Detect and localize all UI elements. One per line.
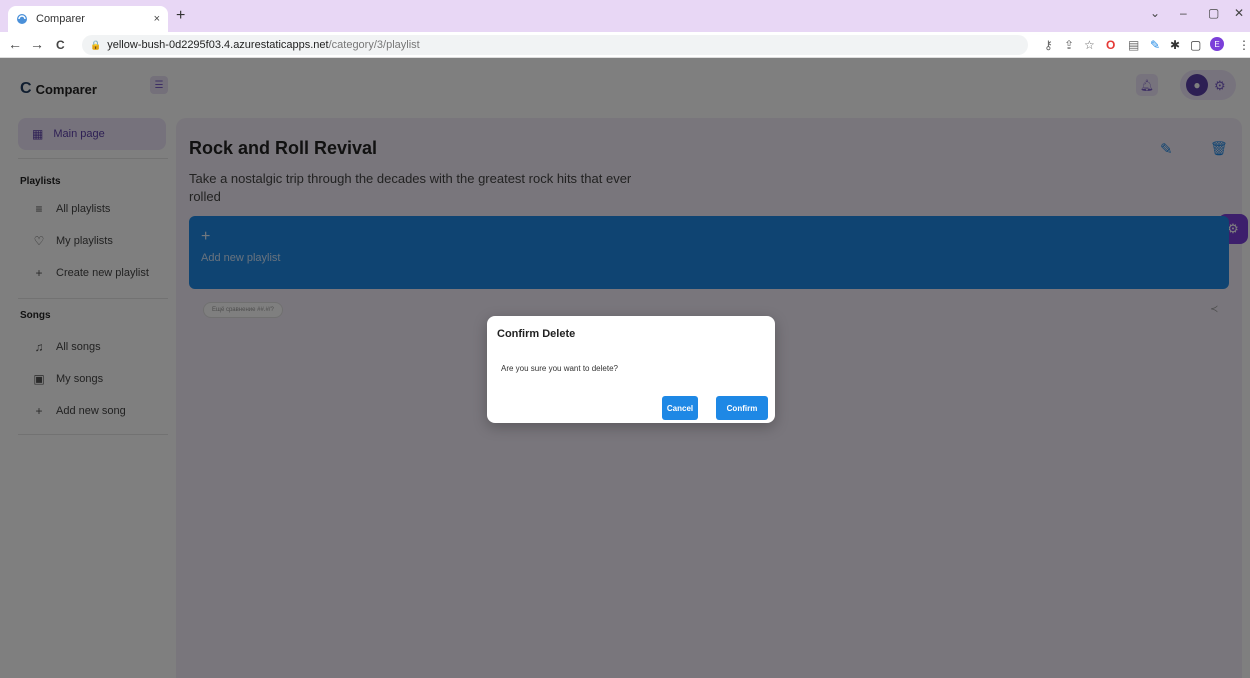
- pen-extension-icon[interactable]: ✎: [1150, 38, 1160, 52]
- new-tab-button[interactable]: +: [176, 6, 185, 26]
- url-path: /category/3/playlist: [328, 39, 420, 51]
- close-window-button[interactable]: ✕: [1234, 6, 1244, 20]
- url-host: yellow-bush-0d2295f03.4.azurestaticapps.…: [107, 39, 329, 51]
- confirm-button[interactable]: Confirm: [716, 396, 768, 420]
- profile-avatar-icon[interactable]: E: [1210, 37, 1224, 51]
- url-input[interactable]: 🔒 yellow-bush-0d2295f03.4.azurestaticapp…: [82, 35, 1028, 55]
- cancel-button[interactable]: Cancel: [662, 396, 698, 420]
- bookmark-star-icon[interactable]: ☆: [1084, 38, 1095, 52]
- reload-button[interactable]: C: [56, 38, 65, 52]
- forward-button[interactable]: →: [30, 36, 44, 52]
- opera-extension-icon[interactable]: O: [1106, 38, 1115, 52]
- tab-title: Comparer: [36, 13, 85, 25]
- key-icon[interactable]: ⚷: [1044, 38, 1053, 52]
- calendar-extension-icon[interactable]: ▤: [1128, 38, 1139, 52]
- confirm-delete-dialog: Confirm Delete Are you sure you want to …: [487, 316, 775, 423]
- browser-tab-bar: Comparer × + ⌄ – ▢ ✕: [0, 0, 1250, 32]
- lock-icon: 🔒: [90, 39, 102, 50]
- browser-menu-icon[interactable]: ⋮: [1238, 38, 1250, 52]
- puzzle-extension-icon[interactable]: ✱: [1170, 38, 1180, 52]
- dialog-message: Are you sure you want to delete?: [501, 364, 618, 373]
- tab-search-icon[interactable]: ⌄: [1150, 6, 1160, 20]
- maximize-button[interactable]: ▢: [1208, 6, 1219, 20]
- comparer-favicon-icon: [17, 14, 27, 24]
- minimize-button[interactable]: –: [1180, 6, 1187, 20]
- sidepanel-icon[interactable]: ▢: [1190, 38, 1201, 52]
- back-button[interactable]: ←: [8, 36, 22, 52]
- share-page-icon[interactable]: ⇪: [1064, 38, 1074, 52]
- dialog-title: Confirm Delete: [497, 328, 576, 340]
- browser-tab[interactable]: Comparer ×: [8, 6, 168, 32]
- browser-address-bar: ← → C 🔒 yellow-bush-0d2295f03.4.azuresta…: [0, 32, 1250, 58]
- tab-close-icon[interactable]: ×: [154, 13, 160, 25]
